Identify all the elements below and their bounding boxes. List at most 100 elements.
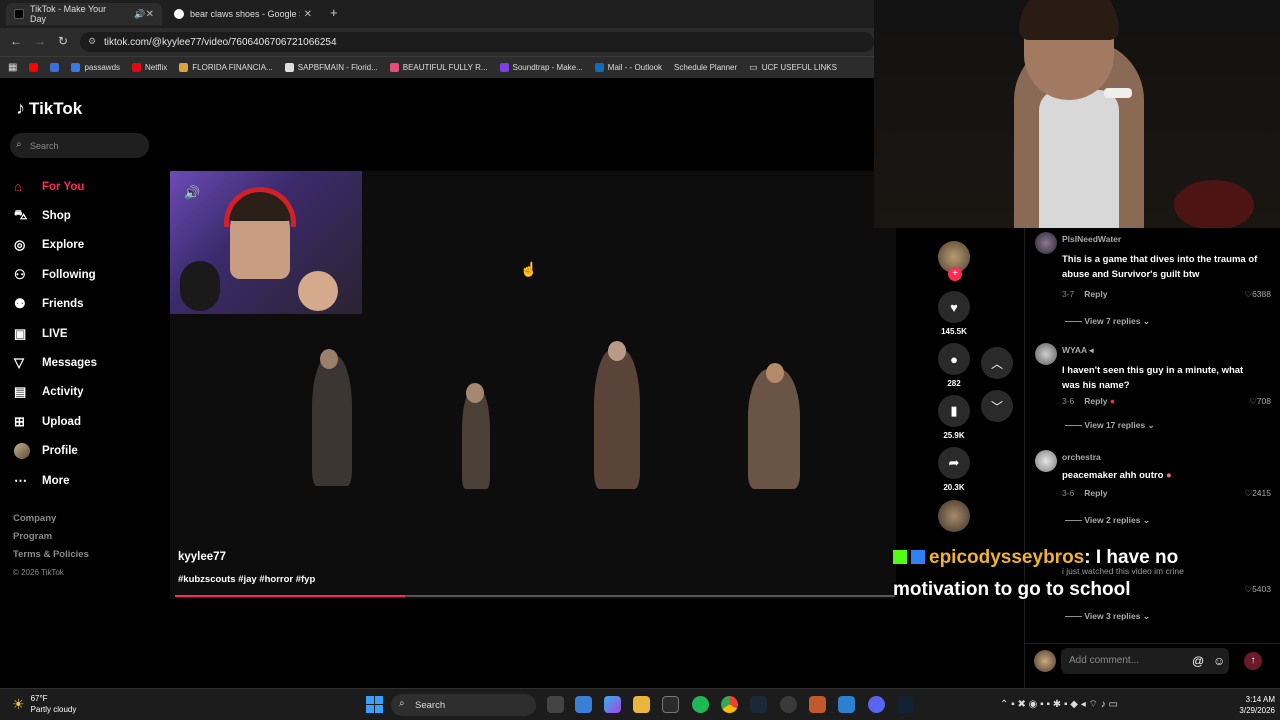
site-info-icon[interactable]: ⚙ bbox=[88, 36, 96, 47]
sidebar-item-live[interactable]: ▣ LIVE bbox=[14, 319, 154, 348]
emoji-picker-icon[interactable]: ☺ bbox=[1213, 654, 1225, 668]
bookmark-item[interactable]: SAPBFMAIN - Florid... bbox=[284, 63, 378, 72]
video-creator[interactable]: kyylee77 bbox=[178, 551, 226, 563]
bookmark-item[interactable]: Mail - - Outlook bbox=[594, 63, 662, 72]
chrome-icon[interactable] bbox=[721, 696, 738, 713]
address-bar[interactable]: ⚙ tiktok.com/@kyylee77/video/76064067067… bbox=[80, 32, 874, 52]
video-player[interactable]: 🔊 kyylee77 #kubzscouts #jay #horror #fyp bbox=[170, 171, 896, 599]
bookmark-item[interactable]: ▭ UCF USEFUL LINKS bbox=[749, 62, 837, 73]
tab-tiktok[interactable]: TikTok - Make Your Day 🔊 ✕ bbox=[6, 3, 162, 25]
footer-link-terms[interactable]: Terms & Policies bbox=[13, 546, 89, 564]
sidebar-item-profile[interactable]: Profile bbox=[14, 437, 154, 466]
avatar[interactable] bbox=[1035, 450, 1057, 472]
save-button[interactable]: ▮ bbox=[938, 395, 970, 427]
system-tray[interactable]: ⌃ ▪ ✖ ◉ ▪ ▪ ✱ ▪ ◆ ◂ ⌔ ♪ ▭ bbox=[1000, 698, 1118, 711]
upload-icon: ⊞ bbox=[14, 413, 25, 429]
sidebar-item-activity[interactable]: ▤ Activity bbox=[14, 378, 154, 407]
comment-user[interactable]: orchestra bbox=[1062, 452, 1101, 462]
reply-button[interactable]: Reply bbox=[1084, 289, 1107, 299]
comment-button[interactable]: ● bbox=[938, 343, 970, 375]
game-character bbox=[462, 389, 490, 489]
comment-item: PlsINeedWater This is a game that dives … bbox=[1035, 232, 1275, 332]
file-explorer-icon[interactable] bbox=[633, 696, 650, 713]
like-count: 708 bbox=[1256, 396, 1271, 406]
taskbar-search[interactable]: ⌕ Search bbox=[391, 694, 536, 716]
next-video-button[interactable]: ﹀ bbox=[981, 390, 1013, 422]
video-tags[interactable]: #kubzscouts #jay #horror #fyp bbox=[178, 574, 315, 585]
reload-icon[interactable]: ↻ bbox=[58, 34, 68, 48]
volume-icon[interactable]: 🔊 bbox=[184, 185, 200, 201]
discord-icon[interactable] bbox=[868, 696, 885, 713]
reply-button[interactable]: Reply bbox=[1084, 488, 1107, 498]
comment-user[interactable]: PlsINeedWater bbox=[1062, 234, 1121, 244]
task-view-icon[interactable] bbox=[547, 696, 564, 713]
apps-grid-icon[interactable]: ▦ bbox=[8, 62, 17, 73]
forward-icon[interactable]: → bbox=[34, 34, 46, 48]
reply-button[interactable]: Reply bbox=[1084, 396, 1107, 406]
view-replies-button[interactable]: —— View 2 replies ⌄ bbox=[1065, 515, 1150, 526]
comment-date: 3-6 bbox=[1062, 488, 1075, 498]
obs-icon[interactable] bbox=[780, 696, 797, 713]
sidebar-item-friends[interactable]: ⚉ Friends bbox=[14, 290, 154, 319]
sidebar-item-following[interactable]: ⚇ Following bbox=[14, 260, 154, 289]
epic-games-icon[interactable] bbox=[662, 696, 679, 713]
close-tab-icon[interactable]: ✕ bbox=[304, 9, 312, 20]
back-icon[interactable]: ← bbox=[10, 34, 22, 48]
spotify-icon[interactable] bbox=[692, 696, 709, 713]
comment-likes[interactable]: ♡708 bbox=[1225, 396, 1271, 407]
bookmark-item[interactable]: passawds bbox=[71, 63, 120, 72]
mouse-cursor-icon: ☝ bbox=[520, 261, 538, 277]
view-replies-button[interactable]: —— View 17 replies ⌄ bbox=[1065, 420, 1155, 431]
avatar[interactable] bbox=[1035, 232, 1057, 254]
sidebar-item-for-you[interactable]: ⌂ For You bbox=[14, 172, 154, 201]
sidebar-item-messages[interactable]: ▽ Messages bbox=[14, 348, 154, 377]
new-tab-icon[interactable]: + bbox=[330, 5, 338, 20]
mention-icon[interactable]: @ bbox=[1192, 654, 1204, 668]
avatar[interactable] bbox=[1035, 343, 1057, 365]
view-replies-button[interactable]: —— View 3 replies ⌄ bbox=[1065, 611, 1150, 622]
follow-plus-icon[interactable]: + bbox=[948, 267, 962, 281]
terminal-icon[interactable] bbox=[897, 696, 914, 713]
tab-google[interactable]: bear claws shoes - Google Sear ✕ bbox=[166, 3, 320, 25]
bookmark-item[interactable]: Soundtrap - Make... bbox=[499, 63, 583, 72]
like-button[interactable]: ♥ bbox=[938, 291, 970, 323]
close-tab-icon[interactable]: ✕ bbox=[146, 9, 154, 20]
footer-link-company[interactable]: Company bbox=[13, 510, 89, 528]
taskbar-clock[interactable]: 3:14 AM 3/29/2026 bbox=[1225, 694, 1275, 716]
sidebar-item-explore[interactable]: ◎ Explore bbox=[14, 231, 154, 260]
bookmark-item[interactable]: BEAUTIFUL FULLY R... bbox=[389, 63, 488, 72]
comment-user[interactable]: WYAA ◂ bbox=[1062, 345, 1094, 356]
store-icon[interactable] bbox=[575, 696, 592, 713]
like-count: 145.5K bbox=[941, 327, 967, 336]
bookmark-youtube[interactable] bbox=[29, 63, 39, 72]
app-icon[interactable] bbox=[809, 696, 826, 713]
sidebar-item-shop[interactable]: ⛍ Shop bbox=[14, 201, 154, 230]
speaker-icon[interactable]: 🔊 bbox=[134, 9, 145, 20]
sidebar-item-more[interactable]: ⋯ More bbox=[14, 466, 154, 495]
search-input[interactable]: ⌕ Search bbox=[10, 133, 149, 158]
footer-link-program[interactable]: Program bbox=[13, 528, 89, 546]
tiktok-logo[interactable]: ♪ TikTok bbox=[16, 98, 82, 119]
windows-start-icon[interactable] bbox=[366, 696, 383, 713]
sidebar-item-upload[interactable]: ⊞ Upload bbox=[14, 407, 154, 436]
comment-count: 282 bbox=[947, 379, 961, 388]
copilot-icon[interactable] bbox=[604, 696, 621, 713]
bookmark-item[interactable]: Netflix bbox=[132, 63, 167, 72]
comment-likes[interactable]: ♡6388 bbox=[1225, 289, 1271, 300]
video-progress-bar[interactable] bbox=[175, 595, 895, 597]
comment-item: WYAA ◂ I haven't seen this guy in a minu… bbox=[1035, 343, 1275, 443]
footer-links: Company Program Terms & Policies © 2026 … bbox=[13, 510, 89, 582]
share-button[interactable]: ➦ bbox=[938, 447, 970, 479]
previous-video-button[interactable]: ︿ bbox=[981, 347, 1013, 379]
comment-likes[interactable]: ♡2415 bbox=[1225, 488, 1271, 499]
sub-badge-icon bbox=[911, 550, 925, 564]
view-replies-button[interactable]: —— View 7 replies ⌄ bbox=[1065, 316, 1150, 327]
bookmark-item[interactable]: Schedule Planner bbox=[674, 63, 737, 72]
steam-icon[interactable] bbox=[750, 696, 767, 713]
bookmark-item[interactable] bbox=[50, 63, 60, 72]
send-comment-button[interactable]: ↑ bbox=[1244, 652, 1262, 670]
app-icon[interactable] bbox=[838, 696, 855, 713]
bookmark-item[interactable]: FLORIDA FINANCIA... bbox=[179, 63, 273, 72]
weather-widget[interactable]: ☀ 67°F Partly cloudy bbox=[12, 693, 76, 715]
music-disc[interactable] bbox=[938, 500, 970, 532]
